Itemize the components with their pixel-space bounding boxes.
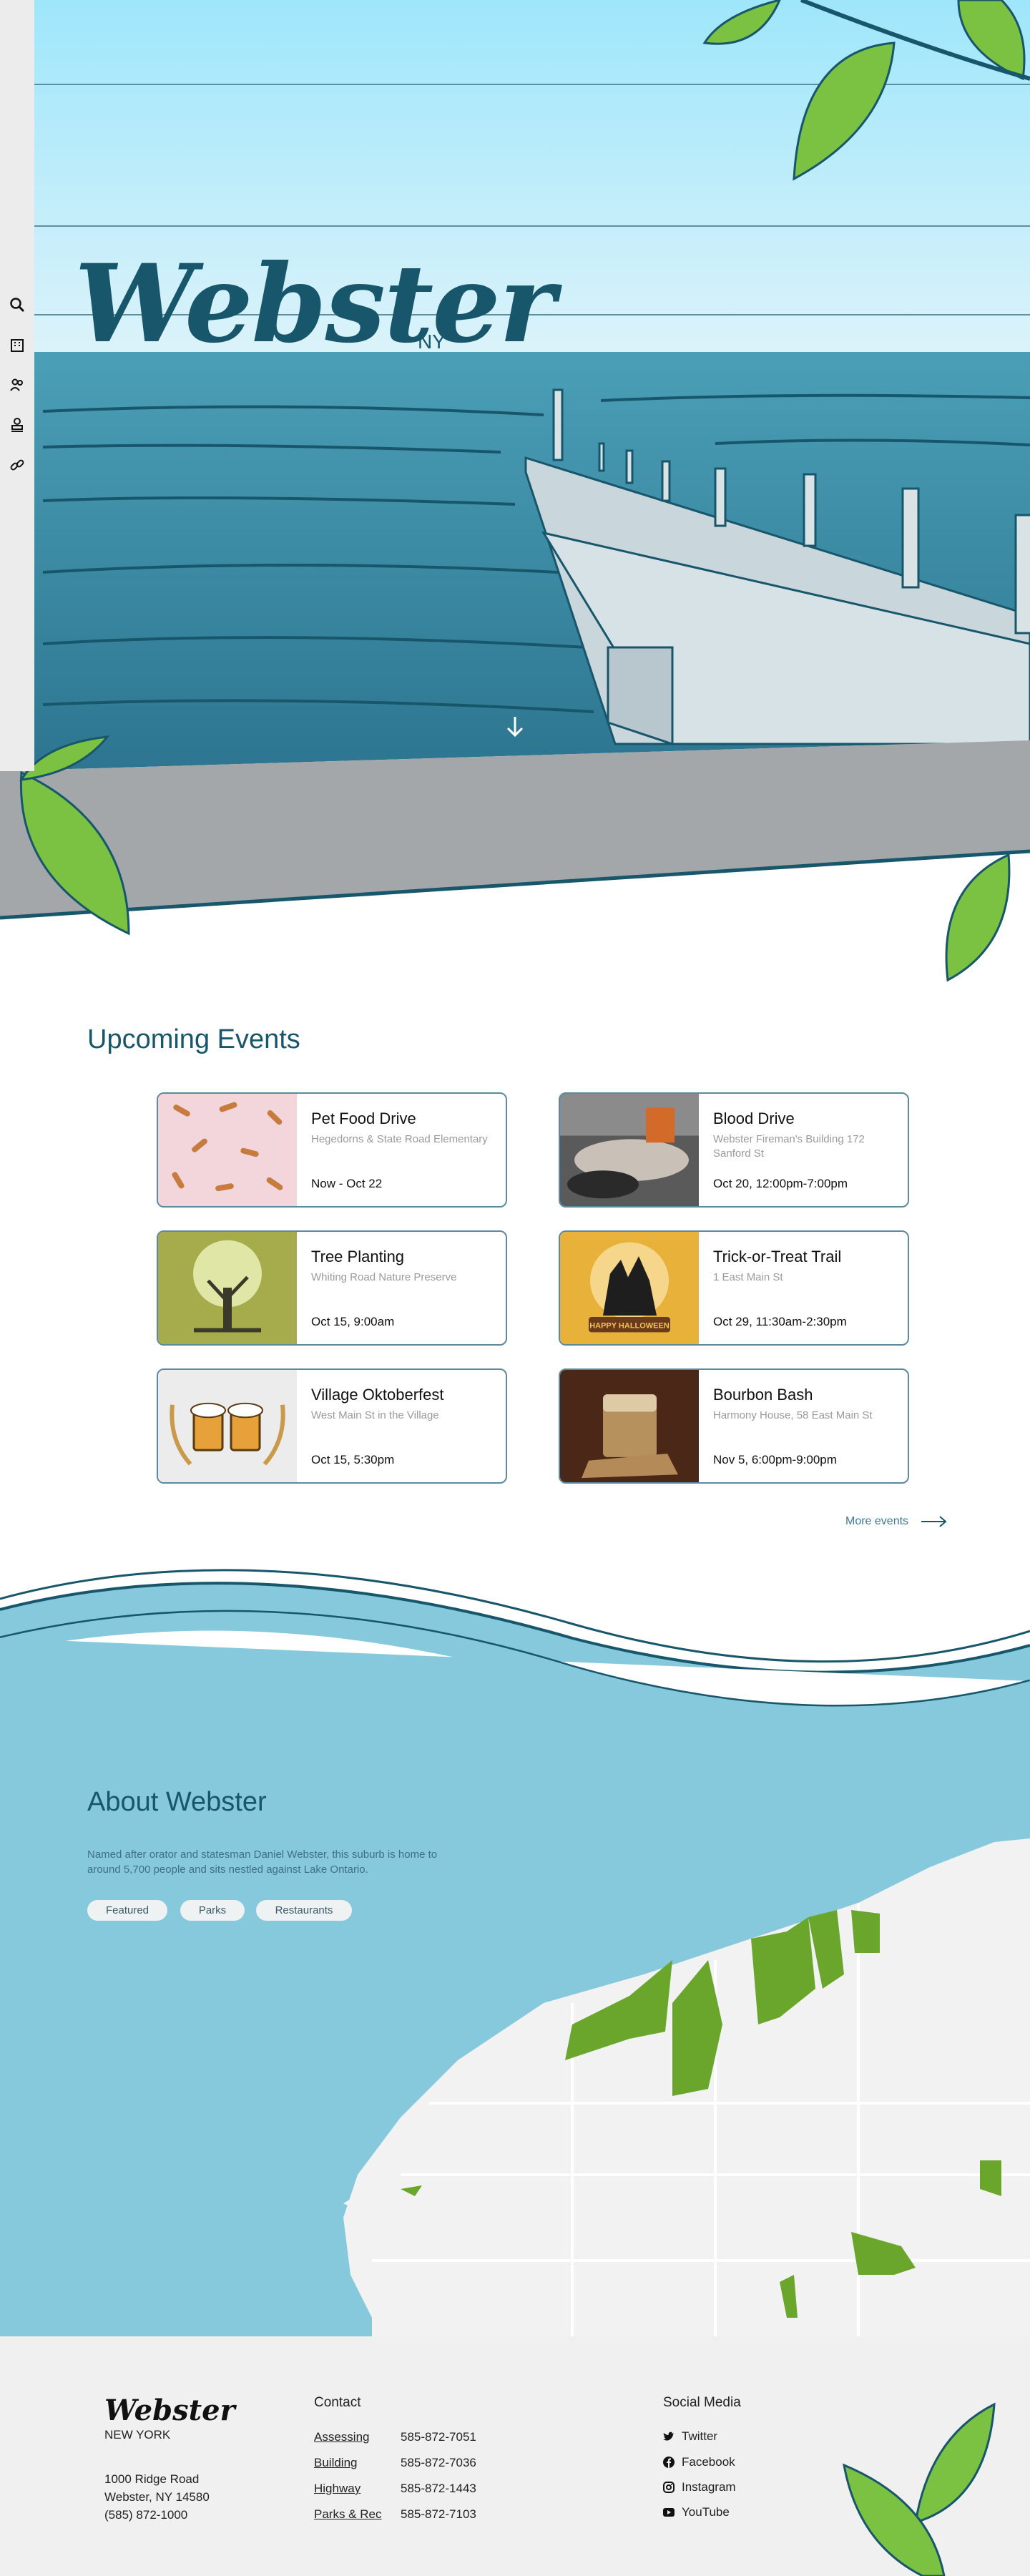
stamp-icon[interactable] (9, 416, 26, 434)
more-events-link[interactable]: More events (845, 1515, 947, 1528)
beer-mugs-image (158, 1370, 297, 1482)
hero-state-suffix: NY (418, 330, 446, 353)
event-location: West Main St in the Village (311, 1409, 439, 1421)
hero-illustration (0, 0, 1030, 982)
footer (0, 2336, 1030, 2576)
scroll-down-arrow-icon[interactable] (504, 714, 526, 740)
hero-section: Webster NY (0, 0, 1030, 987)
event-date: Now - Oct 22 (311, 1177, 383, 1190)
event-date: Nov 5, 6:00pm-9:00pm (713, 1453, 837, 1466)
contact-phone: 585-872-7051 (401, 2430, 476, 2444)
event-date: Oct 15, 5:30pm (311, 1453, 395, 1466)
event-card[interactable]: Pet Food Drive Hegedorns & State Road El… (157, 1092, 507, 1208)
contact-phone: 585-872-7103 (401, 2507, 476, 2521)
youtube-icon (663, 2508, 675, 2517)
facebook-icon (663, 2457, 675, 2468)
halloween-image: HAPPY HALLOWEEN (560, 1232, 699, 1344)
event-card[interactable]: Tree Planting Whiting Road Nature Preser… (157, 1230, 507, 1346)
event-title: Village Oktoberfest (311, 1386, 444, 1404)
event-title: Tree Planting (311, 1248, 405, 1265)
footer-address-line1: 1000 Ridge Road (104, 2472, 200, 2486)
more-events-label: More events (845, 1515, 909, 1527)
about-background (0, 1569, 1030, 2336)
footer-address-line2: Webster, NY 14580 (104, 2490, 210, 2504)
event-card[interactable]: Village Oktoberfest West Main St in the … (157, 1368, 507, 1484)
contact-link-parks-rec[interactable]: Parks & Rec (314, 2507, 381, 2522)
social-link-facebook[interactable]: Facebook (663, 2455, 735, 2469)
tree-image (158, 1232, 297, 1344)
about-heading: About Webster (87, 1787, 267, 1817)
event-card[interactable]: Bourbon Bash Harmony House, 58 East Main… (559, 1368, 909, 1484)
event-card[interactable]: Blood Drive Webster Fireman's Building 1… (559, 1092, 909, 1208)
footer-phone: (585) 872-1000 (104, 2508, 188, 2522)
social-link-instagram[interactable]: Instagram (663, 2480, 736, 2494)
arrow-right-icon (921, 1516, 947, 1527)
event-title: Bourbon Bash (713, 1386, 813, 1404)
contact-phone: 585-872-1443 (401, 2482, 476, 2495)
event-title: Trick-or-Treat Trail (713, 1248, 842, 1265)
event-date: Oct 29, 11:30am-2:30pm (713, 1315, 847, 1328)
filter-featured-button[interactable]: Featured (87, 1900, 167, 1921)
social-label: Instagram (682, 2480, 736, 2494)
contact-heading: Contact (314, 2395, 361, 2410)
event-date: Oct 15, 9:00am (311, 1315, 395, 1328)
events-heading: Upcoming Events (87, 1024, 300, 1054)
event-location: 1 East Main St (713, 1271, 783, 1283)
footer-leaves (843, 2402, 996, 2576)
sidebar (0, 0, 34, 771)
twitter-icon (663, 2431, 674, 2441)
event-location: Webster Fireman's Building 172 Sanford S… (713, 1133, 865, 1160)
event-location: Whiting Road Nature Preserve (311, 1271, 457, 1283)
social-label: YouTube (682, 2505, 730, 2519)
footer-logo: Webster (104, 2394, 235, 2427)
about-section (0, 1559, 1030, 2336)
contact-link-assessing[interactable]: Assessing (314, 2430, 369, 2444)
filter-restaurants-button[interactable]: Restaurants (256, 1900, 352, 1921)
hero-title: Webster (74, 241, 556, 367)
social-heading: Social Media (663, 2395, 741, 2410)
social-label: Twitter (682, 2429, 718, 2443)
filter-parks-button[interactable]: Parks (180, 1900, 245, 1921)
about-description: Named after orator and statesman Daniel … (87, 1848, 438, 1876)
instagram-icon (663, 2482, 675, 2493)
dog-bones-image (158, 1094, 297, 1206)
event-location: Hegedorns & State Road Elementary (311, 1133, 488, 1145)
link-icon[interactable] (9, 456, 26, 474)
building-icon[interactable] (9, 337, 26, 354)
people-icon[interactable] (9, 376, 26, 393)
blood-donation-image (560, 1094, 699, 1206)
contact-link-highway[interactable]: Highway (314, 2482, 360, 2496)
contact-phone: 585-872-7036 (401, 2456, 476, 2469)
event-card[interactable]: HAPPY HALLOWEEN Trick-or-Treat Trail 1 E… (559, 1230, 909, 1346)
social-label: Facebook (682, 2455, 735, 2469)
halloween-banner-text: HAPPY HALLOWEEN (589, 1322, 670, 1331)
event-title: Pet Food Drive (311, 1110, 416, 1127)
social-link-youtube[interactable]: YouTube (663, 2505, 730, 2519)
social-link-twitter[interactable]: Twitter (663, 2429, 717, 2444)
event-date: Oct 20, 12:00pm-7:00pm (713, 1177, 848, 1190)
bourbon-glass-image (560, 1370, 699, 1482)
search-icon[interactable] (9, 296, 26, 313)
event-location: Harmony House, 58 East Main St (713, 1409, 873, 1421)
contact-link-building[interactable]: Building (314, 2456, 358, 2470)
event-title: Blood Drive (713, 1110, 795, 1127)
footer-state: NEW YORK (104, 2428, 171, 2442)
